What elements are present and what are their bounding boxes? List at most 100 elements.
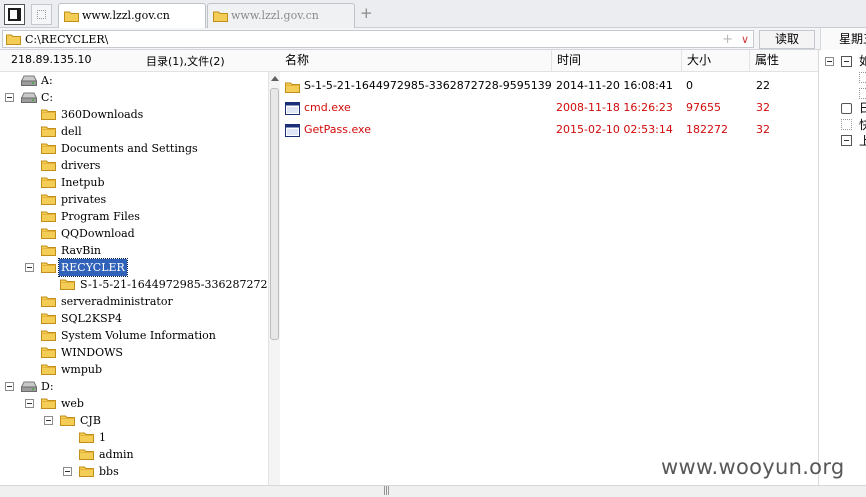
tree-item-label: RavBin (61, 244, 101, 257)
file-time: 2014-11-20 16:08:41 (556, 79, 673, 92)
tree-item[interactable]: web (0, 395, 268, 412)
column-header-time[interactable]: 时间 (552, 50, 682, 72)
file-name: S-1-5-21-1644972985-3362872728-9595139..… (304, 79, 552, 92)
right-panel-item[interactable]: 如 (859, 54, 866, 68)
tree-item[interactable]: 360Downloads (0, 106, 268, 123)
tree-item[interactable]: SQL2KSP4 (0, 310, 268, 327)
file-row[interactable]: GetPass.exe 2015-02-10 02:53:14 182272 32 (280, 119, 818, 141)
address-path[interactable]: C:\RECYCLER\ (25, 31, 108, 48)
file-size: 97655 (686, 101, 721, 114)
weekday-label: 星期五 (820, 28, 866, 50)
tree-item[interactable]: bbs (0, 463, 268, 480)
tree-item[interactable]: C: (0, 89, 268, 106)
collapse-toggle[interactable] (44, 416, 53, 425)
tree-item[interactable]: drivers (0, 157, 268, 174)
scroll-grip-icon[interactable]: ||| (383, 487, 390, 496)
right-panel-item[interactable]: 快 (859, 118, 866, 132)
tree-item[interactable]: RavBin (0, 242, 268, 259)
collapse-toggle[interactable] (5, 93, 14, 102)
tree-item-label: Documents and Settings (61, 142, 198, 155)
tree-item[interactable]: QQDownload (0, 225, 268, 242)
new-window-button[interactable] (31, 4, 52, 25)
tree-item-label: 360Downloads (61, 108, 144, 121)
tab-bar: www.lzzl.gov.cn www.lzzl.gov.cn + (0, 0, 866, 29)
tree-item-label: privates (61, 193, 107, 206)
panel-toggle-button[interactable] (4, 4, 25, 25)
tree-item-label: serveradministrator (61, 295, 173, 308)
file-row[interactable]: cmd.exe 2008-11-18 16:26:23 97655 32 (280, 97, 818, 119)
file-time: 2008-11-18 16:26:23 (556, 101, 673, 114)
tree-item-label: Program Files (61, 210, 140, 223)
collapse-toggle[interactable] (63, 467, 72, 476)
right-panel-item[interactable]: 上 (859, 134, 866, 148)
folder-icon (213, 11, 228, 22)
file-attr: 32 (756, 101, 770, 114)
tree-item-label: A: (41, 74, 53, 87)
play-icon (841, 103, 852, 114)
tree-item-label: QQDownload (61, 227, 135, 240)
file-row[interactable]: S-1-5-21-1644972985-3362872728-9595139..… (280, 75, 818, 97)
column-header-attr[interactable]: 属性 (750, 50, 818, 72)
file-size: 182272 (686, 123, 728, 136)
file-attr: 22 (756, 79, 770, 92)
tree-item[interactable]: RECYCLER (0, 258, 268, 277)
tree-item-label: WINDOWS (61, 346, 123, 359)
file-list: S-1-5-21-1644972985-3362872728-9595139..… (280, 72, 818, 485)
folder-icon (6, 34, 21, 45)
tab-inactive[interactable]: www.lzzl.gov.cn (207, 3, 355, 28)
dotted-box-icon (859, 72, 866, 83)
directory-tree: A: C: 360Downloads dell Documents and Settin… (0, 72, 268, 485)
tree-item-label: CJB (80, 414, 101, 427)
read-button[interactable]: 读取 (759, 30, 815, 49)
tree-item-label: drivers (61, 159, 101, 172)
collapse-toggle[interactable] (5, 382, 14, 391)
folder-icon (79, 465, 94, 482)
tree-item-label: RECYCLER (58, 258, 128, 277)
tree-item[interactable]: wmpub (0, 361, 268, 378)
server-ip: 218.89.135.10 (11, 53, 92, 66)
scroll-thumb[interactable] (270, 88, 279, 340)
hand-icon (841, 119, 852, 130)
tree-scrollbar[interactable] (268, 72, 280, 485)
tree-item-label: D: (41, 380, 54, 393)
tree-item[interactable]: serveradministrator (0, 293, 268, 310)
tree-item[interactable]: WINDOWS (0, 344, 268, 361)
right-panel: 如 日 快 上 (818, 50, 866, 485)
tab-label: www.lzzl.gov.cn (82, 9, 170, 22)
tree-item[interactable]: S-1-5-21-1644972985-3362872728-9 (0, 276, 268, 293)
tree-item[interactable]: privates (0, 191, 268, 208)
column-header-name[interactable]: 名称 (280, 50, 552, 72)
tree-item[interactable]: D: (0, 378, 268, 395)
tab-active[interactable]: www.lzzl.gov.cn (58, 3, 206, 29)
panel-box-icon (841, 56, 852, 67)
tree-item[interactable]: Inetpub (0, 174, 268, 191)
tree-item[interactable]: 1 (0, 429, 268, 446)
tree-item-label: S-1-5-21-1644972985-3362872728-9 (80, 278, 268, 291)
collapse-toggle[interactable] (25, 399, 34, 408)
panel-box-icon (841, 135, 852, 146)
plus-icon[interactable]: + (360, 6, 373, 21)
scroll-up-icon[interactable] (271, 76, 279, 81)
tree-item[interactable]: CJB (0, 412, 268, 429)
file-name: cmd.exe (304, 101, 351, 114)
dotted-box-icon (859, 88, 866, 99)
file-size: 0 (686, 79, 693, 92)
collapse-toggle[interactable] (825, 57, 834, 66)
tree-item[interactable]: admin (0, 446, 268, 463)
tree-item[interactable]: dell (0, 123, 268, 140)
horizontal-scrollbar[interactable]: ||| (0, 485, 866, 497)
file-name: GetPass.exe (304, 123, 371, 136)
column-header-size[interactable]: 大小 (682, 50, 750, 72)
tree-item[interactable]: Documents and Settings (0, 140, 268, 157)
tree-item[interactable]: Program Files (0, 208, 268, 225)
right-panel-item[interactable]: 日 (859, 101, 866, 115)
file-time: 2015-02-10 02:53:14 (556, 123, 673, 136)
tree-item[interactable]: System Volume Information (0, 327, 268, 344)
collapse-toggle[interactable] (25, 263, 34, 272)
address-bar: C:\RECYCLER\ + ∨ 读取 星期五 (0, 28, 866, 50)
tree-item[interactable]: A: (0, 72, 268, 89)
tree-item-label: admin (99, 448, 134, 461)
address-input[interactable]: C:\RECYCLER\ + ∨ (2, 30, 754, 48)
bookmark-plus-icon[interactable]: + (722, 32, 733, 47)
chevron-down-icon[interactable]: ∨ (741, 31, 749, 48)
